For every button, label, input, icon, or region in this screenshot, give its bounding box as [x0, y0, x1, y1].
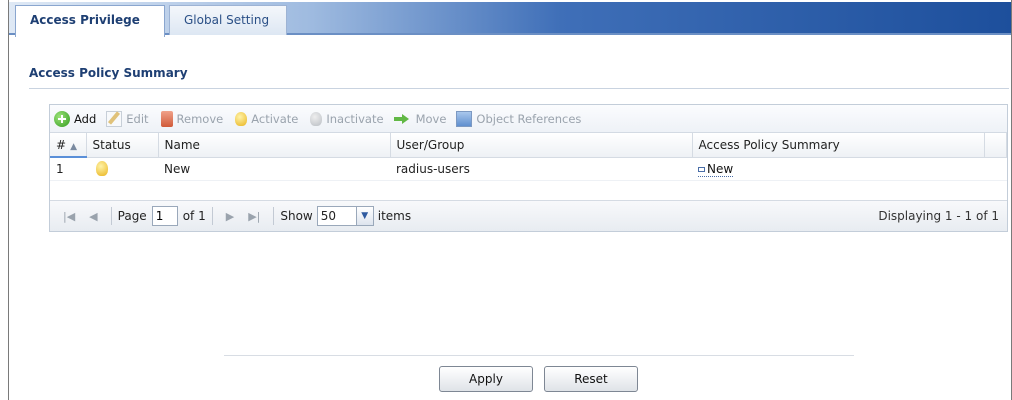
- grid-toolbar: Add Edit Remove Activate Inactivate Move: [50, 105, 1007, 133]
- column-header-index[interactable]: # ▲: [50, 133, 87, 158]
- row-summary: New: [692, 157, 984, 181]
- activate-button[interactable]: Activate: [233, 111, 299, 126]
- column-header-name[interactable]: Name: [158, 133, 391, 158]
- object-references-label: Object References: [476, 111, 582, 126]
- section-title: Access Policy Summary: [29, 66, 188, 80]
- pagination-bar: |◀ ◀ Page of 1 ▶ ▶| Show 50 ▼ items Disp…: [50, 200, 1007, 231]
- lightbulb-on-icon: [235, 111, 248, 126]
- page-of-label: of 1: [182, 209, 206, 223]
- page-label: Page: [117, 209, 147, 223]
- remove-label: Remove: [176, 111, 224, 126]
- edit-button[interactable]: Edit: [106, 110, 149, 127]
- move-arrow-icon: [393, 111, 412, 127]
- tab-bar: Access Privilege Global Setting: [9, 2, 1011, 37]
- last-page-icon[interactable]: ▶|: [248, 210, 260, 223]
- next-page-icon[interactable]: ▶: [226, 210, 234, 223]
- display-count: Displaying 1 - 1 of 1: [878, 209, 999, 223]
- remove-button[interactable]: Remove: [159, 110, 224, 127]
- main-frame: Access Privilege Global Setting Access P…: [8, 0, 1012, 400]
- object-references-button[interactable]: Object References: [456, 110, 582, 127]
- policy-grid: Add Edit Remove Activate Inactivate Move: [49, 104, 1008, 232]
- column-header-user-group[interactable]: User/Group: [390, 133, 693, 158]
- column-header-access-policy-summary[interactable]: Access Policy Summary: [692, 133, 985, 158]
- reset-button[interactable]: Reset: [544, 366, 638, 392]
- inactivate-label: Inactivate: [326, 111, 384, 126]
- object-references-icon: [456, 110, 473, 127]
- edit-icon: [106, 110, 123, 127]
- move-button[interactable]: Move: [393, 111, 447, 127]
- sort-asc-icon: ▲: [70, 141, 77, 152]
- items-label: items: [377, 209, 412, 223]
- summary-link[interactable]: New: [698, 161, 734, 177]
- edit-label: Edit: [126, 111, 149, 126]
- apply-button[interactable]: Apply: [439, 366, 533, 392]
- activate-label: Activate: [251, 111, 299, 126]
- page-number-input[interactable]: [151, 206, 178, 226]
- row-name: New: [158, 157, 390, 181]
- first-page-icon[interactable]: |◀: [63, 210, 75, 223]
- inactivate-button[interactable]: Inactivate: [308, 111, 384, 126]
- table-row[interactable]: 1 New radius-users New: [50, 157, 1007, 181]
- table-header-row: # ▲ Status Name User/Group Access Policy …: [50, 133, 1007, 158]
- policy-table: # ▲ Status Name User/Group Access Policy …: [50, 133, 1007, 181]
- add-label: Add: [74, 111, 97, 126]
- prev-page-icon[interactable]: ◀: [89, 210, 97, 223]
- summary-link-icon: [698, 166, 705, 172]
- column-header-status[interactable]: Status: [86, 133, 159, 158]
- page-size-select[interactable]: 50 ▼: [316, 206, 374, 226]
- chevron-down-icon[interactable]: ▼: [356, 206, 374, 226]
- show-label: Show: [280, 209, 313, 223]
- pager-divider: [110, 207, 112, 225]
- footer-divider: [224, 355, 854, 356]
- column-header-spacer: [984, 133, 1007, 158]
- trash-icon: [160, 110, 173, 127]
- row-status: [86, 157, 158, 181]
- lightbulb-off-icon: [310, 111, 323, 126]
- tab-global-setting[interactable]: Global Setting: [169, 5, 287, 35]
- add-icon: [54, 110, 70, 127]
- page-size-value: 50: [316, 206, 357, 226]
- tab-access-privilege[interactable]: Access Privilege: [15, 5, 165, 37]
- pager-divider: [273, 207, 275, 225]
- add-button[interactable]: Add: [54, 110, 97, 127]
- move-label: Move: [415, 111, 447, 126]
- pager-divider: [211, 207, 213, 225]
- section-divider: [29, 88, 1009, 89]
- row-index: 1: [50, 157, 86, 181]
- lightbulb-on-icon: [96, 161, 108, 176]
- row-user-group: radius-users: [390, 157, 692, 181]
